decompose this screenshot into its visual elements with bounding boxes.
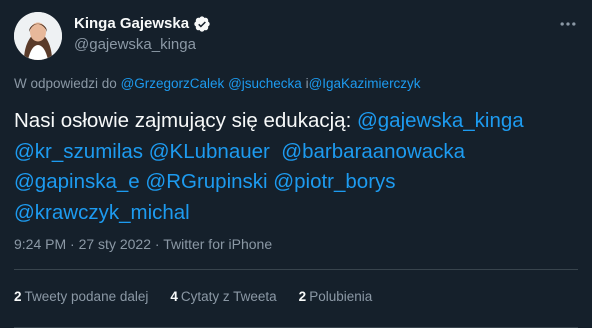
reply-mention-2[interactable]: @jsuchecka	[228, 76, 302, 91]
tweet-text: Nasi osłowie zajmujący się edukacją: @ga…	[14, 106, 580, 228]
user-names: Kinga Gajewska @gajewska_kinga	[74, 14, 211, 55]
likes-count: 2	[298, 289, 307, 304]
tweet-stats: 2 Tweety podane dalej 4 Cytaty z Tweeta 2P…	[14, 289, 372, 304]
reply-mention-1[interactable]: @GrzegorzCalek	[121, 76, 225, 91]
tweet-time[interactable]: 9:24 PM	[14, 236, 66, 252]
display-name[interactable]: Kinga Gajewska	[74, 14, 189, 34]
retweets-stat[interactable]: 2 Tweety podane dalej	[14, 289, 148, 304]
tweet-mention[interactable]: @gapinska_e	[14, 170, 140, 193]
retweets-label: Tweety podane dalej	[24, 289, 149, 304]
tweet-mention[interactable]: @krawczyk_michal	[14, 201, 190, 224]
divider	[14, 269, 578, 270]
verified-badge-icon	[193, 15, 211, 33]
reply-separator-2: i	[301, 76, 309, 91]
quotes-stat[interactable]: 4 Cytaty z Tweeta	[170, 289, 276, 304]
tweet-mention[interactable]: @KLubnauer	[149, 140, 270, 163]
user-handle[interactable]: @gajewska_kinga	[74, 35, 211, 55]
tweet-meta: 9:24 PM · 27 sty 2022 · Twitter for iPho…	[14, 236, 272, 252]
retweets-count: 2	[14, 289, 22, 304]
meta-separator: ·	[150, 236, 164, 252]
tweet-header: Kinga Gajewska @gajewska_kinga	[14, 12, 580, 62]
more-horizontal-icon[interactable]	[556, 12, 580, 36]
avatar-portrait-icon	[14, 12, 62, 60]
reply-prefix: W odpowiedzi do	[14, 76, 121, 91]
tweet-date[interactable]: 27 sty 2022	[79, 236, 151, 252]
tweet-source[interactable]: Twitter for iPhone	[163, 236, 272, 252]
tweet-lead-text: Nasi osłowie zajmujący się edukacją:	[14, 109, 357, 132]
tweet-mention[interactable]: @gajewska_kinga	[357, 109, 524, 132]
meta-separator: ·	[66, 236, 79, 252]
tweet-mention[interactable]: @RGrupinski	[145, 170, 267, 193]
tweet-mention[interactable]: @kr_szumilas	[14, 140, 143, 163]
likes-stat[interactable]: 2 Polubienia	[299, 289, 373, 304]
tweet-mention[interactable]: @piotr_borys	[273, 170, 395, 193]
quotes-count: 4	[170, 289, 178, 304]
display-name-row[interactable]: Kinga Gajewska	[74, 14, 211, 34]
quotes-label: Cytaty z Tweeta	[180, 289, 277, 304]
reply-context: W odpowiedzi do @GrzegorzCalek @jsucheck…	[14, 76, 421, 91]
avatar[interactable]	[14, 12, 62, 60]
tweet-mention[interactable]: @barbaraanowacka	[281, 140, 465, 163]
reply-mention-3[interactable]: @IgaKazimierczyk	[309, 76, 421, 91]
likes-label: Polubienia	[309, 289, 373, 304]
